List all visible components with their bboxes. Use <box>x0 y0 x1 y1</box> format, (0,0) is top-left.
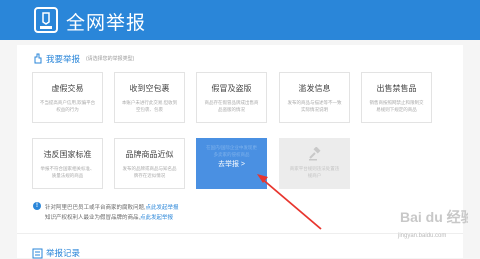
go-report-button[interactable]: 去举报 > <box>196 159 267 169</box>
watermark-brand: Bai du 经验 <box>400 209 468 225</box>
disabled-category-card: 商家平台规则违法处置违规商户 <box>279 138 350 189</box>
category-desc: 商品存在假冒品牌成出售商品盗版的情况 <box>204 100 259 112</box>
report-card-ghost-text: 在国内/国际企业中发现更多卖家的侵权商品 <box>206 145 257 157</box>
report-link-2[interactable]: 点此发起举报 <box>140 215 173 221</box>
report-link-1[interactable]: 点此发起举报 <box>146 205 179 211</box>
watermark-url: jingyan.baidu.com <box>398 233 447 239</box>
record-list-icon <box>32 248 43 259</box>
category-card-fake-trade[interactable]: 虚假交易 不当提高商户信用,欺骗平台权益的行为 <box>32 72 103 123</box>
category-desc: 不当提高商户信用,欺骗平台权益的行为 <box>39 100 96 112</box>
category-desc: 本账户未进行此交易,但收到空包裹、包裹 <box>121 100 178 112</box>
category-card-prohibited-goods[interactable]: 出售禁售品 销售商按照网禁止和限制交易规则下规定的商品 <box>361 72 432 123</box>
category-desc: 销售商按照网禁止和限制交易规则下规定的商品 <box>369 100 424 112</box>
shield-logo-icon <box>34 7 58 33</box>
category-title: 滥发信息 <box>298 84 331 93</box>
header-bar: 全网举报 <box>0 0 480 40</box>
category-title: 出售禁售品 <box>376 84 417 93</box>
hand-pointer-icon <box>34 53 42 64</box>
category-title: 违反国家标准 <box>43 150 92 159</box>
note-text: 针对阿里巴巴员工或平台商家的腐败问题, <box>45 205 146 211</box>
category-title: 假冒及盗版 <box>211 84 252 93</box>
category-desc: 举报不符合国家相关标准、质量法规的商品 <box>40 166 95 178</box>
category-card-spam-info[interactable]: 滥发信息 发布的商品与描述等不一致实际情况说明 <box>279 72 350 123</box>
category-card-national-standard[interactable]: 违反国家标准 举报不符合国家相关标准、质量法规的商品 <box>32 138 103 189</box>
main-panel: 我要举报 (请选择您的举报类型) 虚假交易 不当提高商户信用,欺骗平台权益的行为… <box>17 45 463 259</box>
disabled-card-desc: 商家平台规则违法处置违规商户 <box>289 166 340 178</box>
category-title: 品牌商品近似 <box>125 150 174 159</box>
go-report-card[interactable]: 在国内/国际企业中发现更多卖家的侵权商品 去举报 > <box>196 138 267 189</box>
category-desc: 发布的商品与描述等不一致实际情况说明 <box>287 100 342 112</box>
category-desc: 发布的品牌或商品与知名品牌存在近似情况 <box>122 166 177 178</box>
category-card-counterfeit[interactable]: 假冒及盗版 商品存在假冒品牌成出售商品盗版的情况 <box>196 72 267 123</box>
divider <box>17 233 463 234</box>
category-card-empty-package[interactable]: 收到空包裹 本账户未进行此交易,但收到空包裹、包裹 <box>114 72 185 123</box>
info-icon: ! <box>33 202 41 210</box>
section-title-report: 我要举报 <box>46 54 81 64</box>
section-subtitle: (请选择您的举报类型) <box>86 56 135 62</box>
note-line-1: 针对阿里巴巴员工或平台商家的腐败问题,点此发起举报 <box>45 203 179 211</box>
category-card-brand-similar[interactable]: 品牌商品近似 发布的品牌或商品与知名品牌存在近似情况 <box>114 138 185 189</box>
note-line-2: 知识产权权利人最业为假冒品牌的商品,点此发起举报 <box>45 213 173 221</box>
note-text: 知识产权权利人最业为假冒品牌的商品, <box>45 215 141 221</box>
gavel-icon <box>309 147 321 161</box>
category-title: 收到空包裹 <box>129 84 170 93</box>
section-title-records[interactable]: 举报记录 <box>46 247 80 259</box>
page-title: 全网举报 <box>66 13 147 34</box>
category-title: 虚假交易 <box>51 84 84 93</box>
